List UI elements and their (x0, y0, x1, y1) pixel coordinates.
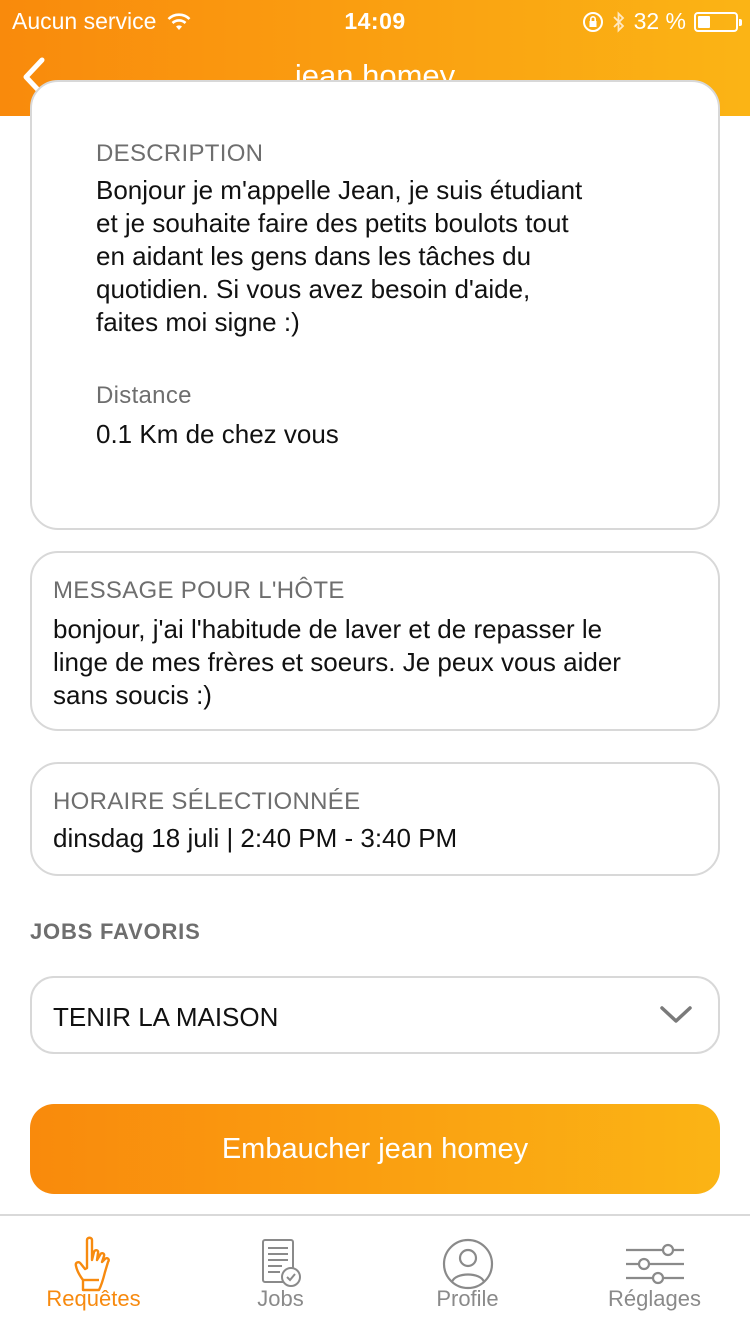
host-message-text: bonjour, j'ai l'habitude de laver et de … (53, 613, 703, 712)
description-line: faites moi signe :) (96, 307, 300, 337)
battery-icon (694, 11, 742, 32)
sliders-icon (625, 1243, 684, 1285)
tab-reglages[interactable]: Réglages (561, 1216, 748, 1334)
tab-label: Jobs (257, 1286, 304, 1311)
tab-requetes[interactable]: Requêtes (0, 1216, 187, 1334)
favorite-jobs-title: JOBS FAVORIS (30, 919, 201, 944)
description-text: Bonjour je m'appelle Jean, je suis étudi… (96, 174, 656, 339)
description-line: Bonjour je m'appelle Jean, je suis étudi… (96, 175, 583, 205)
tab-bar: Requêtes Jobs Profile Réglages (0, 1214, 750, 1334)
profile-info-card: DESCRIPTION Bonjour je m'appelle Jean, j… (30, 80, 720, 530)
chevron-down-icon (660, 1006, 692, 1023)
message-line: linge de mes frères et soeurs. Je peux v… (53, 647, 621, 677)
schedule-value: dinsdag 18 juli | 2:40 PM - 3:40 PM (53, 823, 458, 853)
orientation-lock-icon (582, 11, 603, 32)
host-message-card: MESSAGE POUR L'HÔTE bonjour, j'ai l'habi… (30, 551, 720, 731)
favorite-job-value: TENIR LA MAISON (53, 1002, 279, 1032)
status-bar: Aucun service 14:09 32 % (0, 6, 750, 36)
tab-profile[interactable]: Profile (374, 1216, 561, 1334)
tab-label: Requêtes (46, 1286, 141, 1311)
distance-label: Distance (96, 382, 192, 409)
host-message-label: MESSAGE POUR L'HÔTE (53, 577, 345, 604)
description-line: et je souhaite faire des petits boulots … (96, 208, 569, 238)
favorite-job-select[interactable]: TENIR LA MAISON (30, 976, 720, 1054)
document-check-icon (261, 1239, 301, 1287)
hand-pointer-icon (74, 1236, 110, 1292)
selected-schedule-card: HORAIRE SÉLECTIONNÉE dinsdag 18 juli | 2… (30, 762, 720, 876)
description-line: en aidant les gens dans les tâches du (96, 241, 532, 271)
schedule-label: HORAIRE SÉLECTIONNÉE (53, 788, 361, 815)
distance-value: 0.1 Km de chez vous (96, 419, 339, 449)
battery-percent: 32 % (633, 8, 686, 34)
description-label: DESCRIPTION (96, 140, 264, 167)
user-icon (442, 1238, 493, 1290)
message-line: sans soucis :) (53, 680, 212, 710)
message-line: bonjour, j'ai l'habitude de laver et de … (53, 614, 603, 644)
tab-label: Réglages (608, 1286, 701, 1311)
bluetooth-icon (612, 10, 624, 33)
description-line: quotidien. Si vous avez besoin d'aide, (96, 274, 531, 304)
tab-jobs[interactable]: Jobs (187, 1216, 374, 1334)
hire-button[interactable]: Embaucher jean homey (30, 1104, 720, 1194)
tab-label: Profile (436, 1286, 499, 1311)
